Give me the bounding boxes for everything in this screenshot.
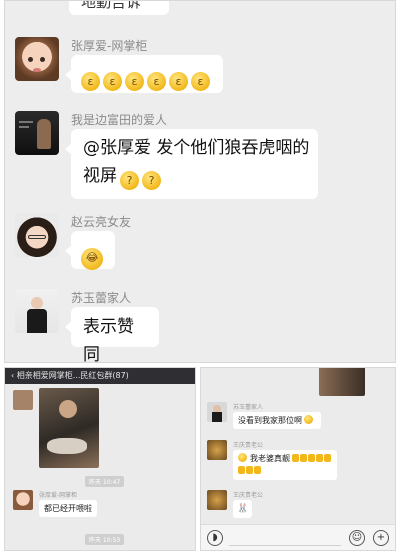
sender-name: 我是边富田的爱人 xyxy=(71,113,168,127)
group-chat-screenshot: ‹ 相亲相爱网掌柜...民红包群(87) 昨天 10:47 张厚爱-网掌柜 都已… xyxy=(4,367,196,551)
message-input-bar: ◗ ☺ + xyxy=(201,524,395,550)
emoji-icon[interactable]: ☺ xyxy=(349,530,365,546)
chat-message: 苏玉蕾家人 表示赞同 xyxy=(15,289,385,362)
avatar[interactable] xyxy=(15,213,59,257)
message-bubble[interactable]: 🐰 xyxy=(233,500,253,518)
chat-header: ‹ 相亲相爱网掌柜...民红包群(87) xyxy=(5,368,195,384)
smile-emoji-icon: ε xyxy=(169,72,188,91)
thumbs-up-icon xyxy=(246,466,253,474)
message-text: 表示赞同 xyxy=(83,317,134,363)
thumbs-up-icon xyxy=(308,454,315,462)
sender-name: 王庆贵老公 xyxy=(233,492,264,499)
thumbs-up-icon xyxy=(300,454,307,462)
message-input[interactable] xyxy=(229,530,341,546)
photo-message[interactable] xyxy=(39,388,99,468)
smile-emoji-icon: ε xyxy=(81,72,100,91)
timestamp: 昨天 10:53 xyxy=(85,534,125,545)
message-text-line: 视屏 xyxy=(83,166,117,186)
message-text: 没看到我家那位啊 xyxy=(238,416,302,425)
thumbs-up-icon xyxy=(316,454,323,462)
thinking-emoji-icon: ? xyxy=(142,171,161,190)
chat-message: 我是边富田的爱人 @张厚爱 发个他们狼吞虎咽的 视屏?? xyxy=(15,111,385,206)
sender-name: 张厚爱-网掌柜 xyxy=(39,492,78,499)
message-bubble[interactable]: 😂 xyxy=(65,231,115,270)
message-text: 我老婆真靓 xyxy=(250,454,290,463)
message-text: 都已经开喂啦 xyxy=(44,504,92,513)
group-chat-screenshot: 苏玉蕾家人 没看到我家那位啊 王庆贵老公 我老婆真靓 王庆贵老公 🐰 ◗ ☺ + xyxy=(200,367,396,551)
rabbit-emoji-icon: 🐰 xyxy=(237,504,249,514)
timestamp: 昨天 10:47 xyxy=(85,476,125,487)
photo-message[interactable] xyxy=(319,368,365,396)
partial-message-bubble: 地勤告诉 xyxy=(69,0,169,15)
message-bubble[interactable]: 都已经开喂啦 xyxy=(39,500,97,517)
avatar[interactable] xyxy=(15,37,59,81)
voice-icon[interactable]: ◗ xyxy=(207,530,223,546)
message-bubble[interactable]: @张厚爱 发个他们狼吞虎咽的 视屏?? xyxy=(65,129,318,199)
smile-emoji-icon: ε xyxy=(147,72,166,91)
message-bubble[interactable]: εεεεεε xyxy=(65,55,223,93)
thumbs-up-icon xyxy=(238,466,245,474)
thumbs-up-icon xyxy=(254,466,261,474)
chat-message: 张厚爱-网掌柜 εεεεεε xyxy=(15,37,385,107)
message-bubble[interactable]: 我老婆真靓 xyxy=(233,450,337,480)
sender-name: 王庆贵老公 xyxy=(233,442,264,449)
avatar[interactable] xyxy=(15,289,59,333)
sender-name: 苏玉蕾家人 xyxy=(233,404,264,411)
sender-name: 张厚爱-网掌柜 xyxy=(71,39,148,53)
chat-message: 赵云亮女友 😂 xyxy=(15,213,385,283)
avatar[interactable] xyxy=(207,490,227,510)
thumbs-up-icon xyxy=(292,454,299,462)
laugh-cry-emoji-icon: 😂 xyxy=(81,248,103,270)
plus-icon[interactable]: + xyxy=(373,530,389,546)
message-text-line: @张厚爱 发个他们狼吞虎咽的 xyxy=(83,138,310,158)
partial-message-text: 地勤告诉 xyxy=(81,0,142,11)
thinking-emoji-icon: ? xyxy=(120,171,139,190)
smile-emoji-icon: ε xyxy=(191,72,210,91)
sender-name: 苏玉蕾家人 xyxy=(71,291,132,305)
avatar[interactable] xyxy=(13,490,33,510)
top-chat-panel: 地勤告诉 张厚爱-网掌柜 εεεεεε 我是边富田的爱人 @张厚爱 发个他们狼吞… xyxy=(4,0,396,363)
thinking-emoji-icon xyxy=(304,415,313,424)
avatar[interactable] xyxy=(15,111,59,155)
message-bubble[interactable]: 表示赞同 xyxy=(65,307,159,362)
laugh-emoji-icon xyxy=(238,453,247,462)
avatar[interactable] xyxy=(13,390,33,410)
smile-emoji-icon: ε xyxy=(125,72,144,91)
message-bubble[interactable]: 没看到我家那位啊 xyxy=(233,412,321,429)
chat-title: 相亲相爱网掌柜...民红包群(87) xyxy=(16,371,129,380)
smile-emoji-icon: ε xyxy=(103,72,122,91)
avatar[interactable] xyxy=(207,440,227,460)
avatar[interactable] xyxy=(207,402,227,422)
sender-name: 赵云亮女友 xyxy=(71,215,132,229)
thumbs-up-icon xyxy=(324,454,331,462)
